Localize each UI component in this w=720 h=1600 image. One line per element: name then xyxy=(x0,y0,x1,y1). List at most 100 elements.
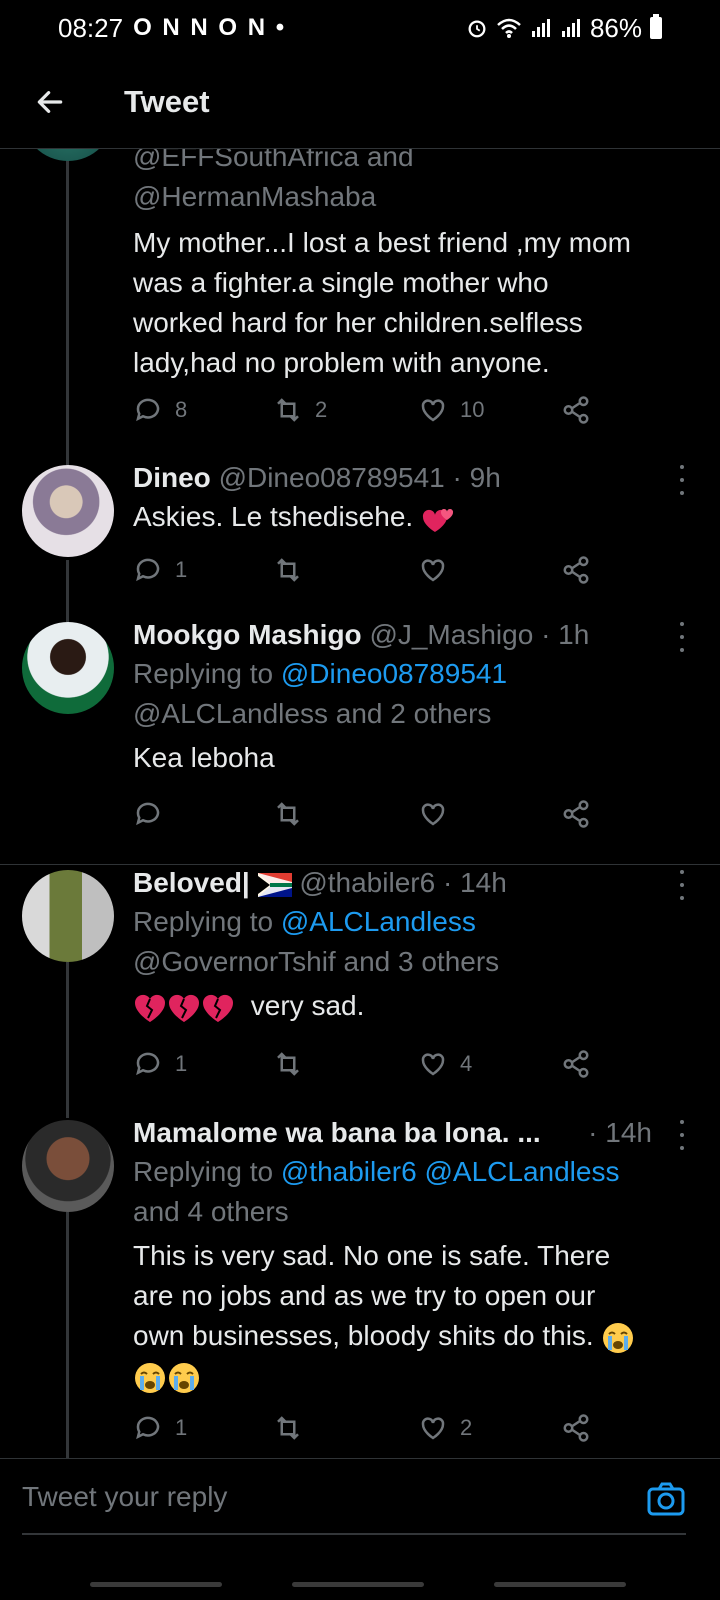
signal-icon xyxy=(531,19,550,37)
heart-icon xyxy=(421,559,445,582)
author-name[interactable]: Mamalome wa bana ba lona. ... xyxy=(133,1117,541,1148)
like-button[interactable] xyxy=(418,555,448,585)
tweet-time: · 1h xyxy=(541,619,590,650)
reply-count: 1 xyxy=(175,1415,188,1440)
reply-button[interactable]: 1 xyxy=(133,1049,187,1079)
nav-back-button[interactable] xyxy=(494,1582,626,1587)
tweet-actions xyxy=(133,794,603,834)
tweet-text: My mother...I lost a best friend ,my mom… xyxy=(133,227,631,378)
retweet-icon xyxy=(277,398,299,422)
retweet-button[interactable] xyxy=(273,555,303,585)
more-options-button[interactable] xyxy=(672,870,692,900)
wifi-icon xyxy=(497,18,521,38)
like-count: 4 xyxy=(460,1051,473,1076)
replying-to: Replying to @Dineo08789541 xyxy=(133,658,508,689)
author-name[interactable]: Dineo xyxy=(133,462,211,493)
reply-input[interactable]: Tweet your reply xyxy=(22,1481,227,1513)
share-button[interactable] xyxy=(561,1413,591,1443)
author-handle[interactable]: @Dineo08789541 xyxy=(219,462,445,493)
retweet-button[interactable] xyxy=(273,1049,303,1079)
reply-mention[interactable]: @thabiler6 @ALCLandless xyxy=(281,1156,620,1187)
reply-mention[interactable]: @ALCLandless and 2 others xyxy=(133,694,692,734)
share-icon xyxy=(563,800,589,828)
like-button[interactable]: 2 xyxy=(418,1413,472,1443)
retweet-icon xyxy=(277,1416,299,1440)
share-icon xyxy=(563,1050,589,1078)
tweet[interactable]: Mamalome wa bana ba lona. ... · 14h Repl… xyxy=(0,1117,720,1410)
reply-button[interactable]: 1 xyxy=(133,555,187,585)
nav-home-button[interactable] xyxy=(292,1582,424,1587)
system-nav-bar xyxy=(0,1560,720,1600)
reply-icon xyxy=(136,558,160,582)
avatar[interactable] xyxy=(22,870,114,962)
tweet-time: · 14h xyxy=(442,867,507,898)
reply-mention[interactable]: @ALCLandless xyxy=(281,906,476,937)
reply-mention[interactable]: and 4 others xyxy=(133,1192,692,1232)
tweet[interactable]: Dineo @Dineo08789541 · 9h Askies. Le tsh… xyxy=(0,462,720,615)
retweet-icon xyxy=(277,1052,299,1076)
heart-icon xyxy=(421,1053,445,1076)
author-name[interactable]: Beloved| xyxy=(133,867,250,898)
tweet-actions: 1 4 xyxy=(133,1044,603,1084)
retweet-button[interactable] xyxy=(273,799,303,829)
camera-icon[interactable] xyxy=(646,1479,686,1519)
reply-button[interactable]: 1 xyxy=(133,1413,187,1443)
reply-count: 8 xyxy=(175,397,188,422)
tweet-header: Beloved| @thabiler6 · 14h xyxy=(133,864,692,902)
crying-face-emoji-icon xyxy=(169,1362,199,1393)
reply-icon xyxy=(136,802,160,826)
battery-icon xyxy=(650,14,662,39)
reply-composer: Tweet your reply xyxy=(0,1458,720,1558)
author-handle[interactable]: @thabiler6 xyxy=(299,867,435,898)
replying-to: Replying to @ALCLandless xyxy=(133,906,476,937)
status-bar: 08:27 O N N O N • 86% xyxy=(0,0,720,56)
reply-mention[interactable]: @GovernorTshif and 3 others xyxy=(133,942,692,982)
back-button[interactable] xyxy=(0,56,100,149)
tweet-time: · 9h xyxy=(452,462,501,493)
avatar[interactable] xyxy=(22,1120,114,1212)
tweet-text: Askies. Le tshedisehe. xyxy=(133,497,692,537)
share-button[interactable] xyxy=(561,1049,591,1079)
share-icon xyxy=(563,556,589,584)
share-button[interactable] xyxy=(561,395,591,425)
signal-icon-2 xyxy=(561,19,580,37)
share-button[interactable] xyxy=(561,799,591,829)
like-count: 2 xyxy=(460,1415,473,1440)
reply-button[interactable] xyxy=(133,799,163,829)
more-options-button[interactable] xyxy=(672,1120,692,1150)
retweet-icon xyxy=(277,802,299,826)
reply-icon xyxy=(136,1052,160,1076)
author-name[interactable]: Mookgo Mashigo xyxy=(133,619,362,650)
author-handle[interactable]: @J_Mashigo xyxy=(369,619,533,650)
reply-count: 1 xyxy=(175,557,188,582)
crying-face-emoji-icon xyxy=(603,1322,634,1353)
like-count: 10 xyxy=(460,397,485,422)
app-header: Tweet xyxy=(0,56,720,149)
status-time: 08:27 xyxy=(58,12,124,43)
more-options-button[interactable] xyxy=(672,622,692,652)
tweet-actions: 1 xyxy=(133,550,603,590)
reply-mention[interactable]: @HermanMashaba xyxy=(133,177,692,217)
avatar[interactable] xyxy=(22,622,114,714)
heart-icon xyxy=(421,803,445,826)
share-button[interactable] xyxy=(561,555,591,585)
like-button[interactable]: 10 xyxy=(418,395,484,425)
avatar[interactable] xyxy=(22,465,114,557)
tweet-header: Mookgo Mashigo @J_Mashigo · 1h xyxy=(133,616,692,654)
alarm-icon xyxy=(468,20,486,38)
retweet-button[interactable]: 2 xyxy=(273,395,327,425)
retweet-button[interactable] xyxy=(273,1413,303,1443)
tweet-actions: 1 2 xyxy=(133,1408,603,1448)
more-options-button[interactable] xyxy=(672,465,692,495)
like-button[interactable] xyxy=(418,799,448,829)
tweet-actions: 8 2 10 xyxy=(133,390,603,430)
reply-button[interactable]: 8 xyxy=(133,395,187,425)
like-button[interactable]: 4 xyxy=(418,1049,472,1079)
tweet-header: Mamalome wa bana ba lona. ... · 14h xyxy=(133,1114,692,1152)
nav-recents-button[interactable] xyxy=(90,1582,222,1587)
reply-mention[interactable]: @Dineo08789541 xyxy=(281,658,507,689)
tweet-time: · 14h xyxy=(588,1117,652,1148)
south-africa-flag-icon xyxy=(257,872,292,897)
reply-icon xyxy=(136,398,160,422)
tweet-text: very sad. xyxy=(133,986,692,1026)
